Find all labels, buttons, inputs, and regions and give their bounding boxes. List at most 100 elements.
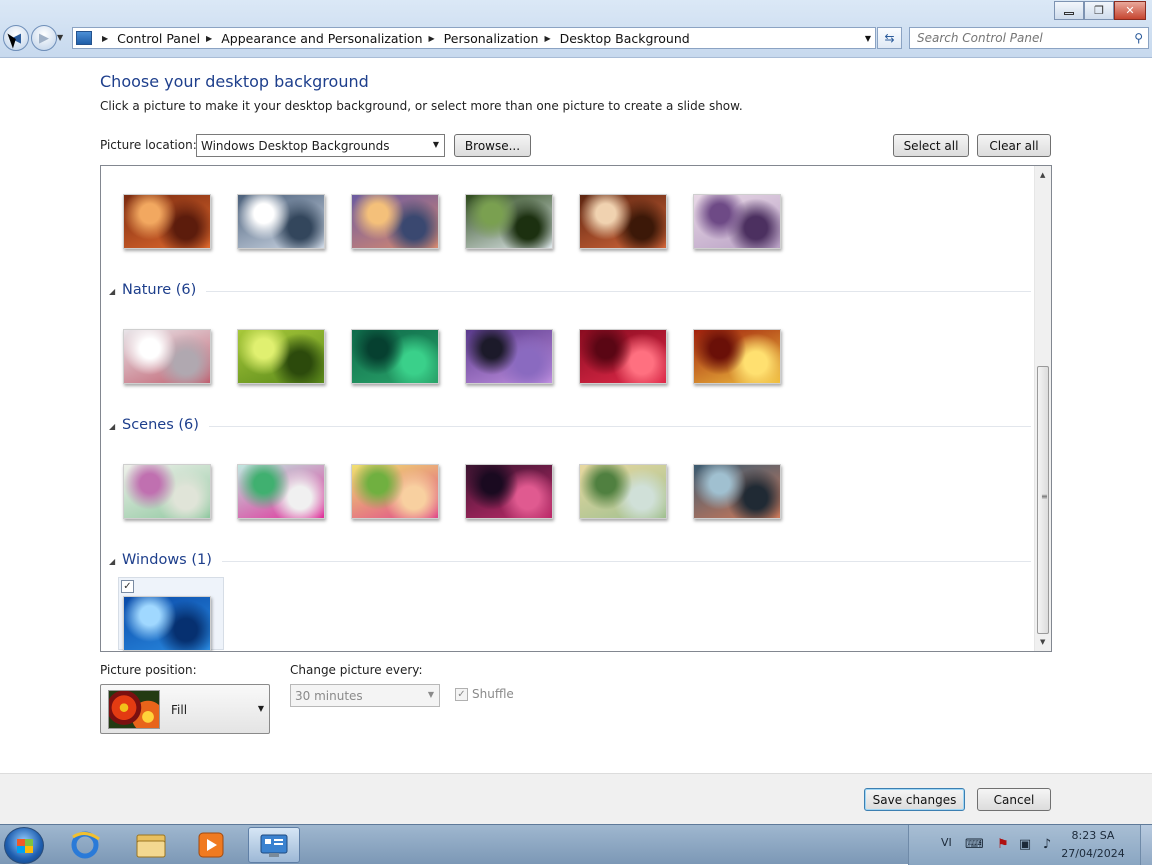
collapse-group-icon[interactable]: ◢: [109, 422, 115, 431]
picture-position-value: Fill: [171, 703, 188, 717]
collapse-group-icon[interactable]: ◢: [109, 557, 115, 566]
wallpaper-thumbnail-abstract-shapes[interactable]: [693, 464, 781, 519]
collapse-group-icon[interactable]: ◢: [109, 287, 115, 296]
chevron-down-icon: ▼: [257, 704, 264, 713]
network-icon[interactable]: ▣: [1017, 837, 1033, 853]
caption-buttons: ❐ ✕: [1054, 1, 1146, 20]
wallpaper-thumbnail-autumn-leaves[interactable]: [693, 329, 781, 384]
cancel-button[interactable]: Cancel: [977, 788, 1051, 811]
wallpaper-thumbnail-windows-7[interactable]: [123, 596, 211, 651]
breadcrumb-desktop-background[interactable]: Desktop Background: [560, 31, 690, 46]
picture-position-label: Picture position:: [100, 663, 197, 677]
wallpaper-thumbnail-red-flower[interactable]: [579, 329, 667, 384]
group-label: Scenes (6): [122, 417, 199, 433]
search-box[interactable]: ⚲: [909, 27, 1149, 49]
wallpaper-thumbnail-dandelion[interactable]: [123, 329, 211, 384]
scrollbar-thumb[interactable]: ≡: [1037, 366, 1049, 634]
search-input[interactable]: [910, 31, 1120, 45]
wallpaper-thumbnail-canyon[interactable]: [123, 194, 211, 249]
grip-icon: ≡: [1041, 492, 1048, 501]
keyboard-icon[interactable]: ⌨: [965, 837, 984, 853]
wallpaper-thumbnail-abstract-field[interactable]: [579, 464, 667, 519]
control-panel-icon: [76, 31, 92, 45]
restore-icon: ❐: [1094, 4, 1104, 17]
group-header[interactable]: ◢ Windows (1): [101, 552, 1031, 572]
clear-all-button[interactable]: Clear all: [977, 134, 1051, 157]
wallpaper-thumbnail-thistle[interactable]: [465, 329, 553, 384]
wallpaper-thumbnail-lavender[interactable]: [693, 194, 781, 249]
breadcrumb-chevron-icon[interactable]: ▶: [102, 34, 108, 43]
refresh-button[interactable]: ⇆: [877, 27, 902, 49]
group-header[interactable]: ◢ Scenes (6): [101, 417, 1031, 437]
picture-location-label: Picture location:: [100, 138, 197, 152]
page-title: Choose your desktop background: [100, 72, 369, 91]
wallpaper-thumbnail-abstract-pink[interactable]: [237, 464, 325, 519]
group-label: Nature (6): [122, 282, 197, 298]
select-all-button[interactable]: Select all: [893, 134, 969, 157]
restore-button[interactable]: ❐: [1084, 1, 1114, 20]
refresh-icon: ⇆: [884, 31, 895, 45]
save-changes-button[interactable]: Save changes: [864, 788, 965, 811]
wallpaper-thumbnail-abstract-light[interactable]: [123, 464, 211, 519]
vertical-scrollbar[interactable]: ▲ ≡ ▼: [1034, 166, 1051, 651]
volume-muted-icon[interactable]: ♪: [1039, 837, 1055, 853]
forward-arrow-icon: ▶: [39, 30, 49, 46]
position-preview-thumbnail: [108, 690, 160, 729]
group-divider: [206, 291, 1031, 292]
wallpaper-thumbnail-lake-ice[interactable]: [237, 194, 325, 249]
browse-button[interactable]: Browse...: [454, 134, 531, 157]
taskbar-file-explorer[interactable]: [125, 827, 177, 863]
file-explorer-icon: [136, 834, 166, 858]
group-label: Windows (1): [122, 552, 212, 568]
chevron-down-icon: ▼: [427, 690, 434, 699]
minimize-button[interactable]: [1054, 1, 1084, 20]
wallpaper-thumbnail-arch-rock[interactable]: [579, 194, 667, 249]
shuffle-checkbox[interactable]: ✓ Shuffle: [455, 687, 514, 701]
language-indicator[interactable]: VI: [941, 836, 952, 849]
change-interval-select[interactable]: 30 minutes ▼: [290, 684, 440, 707]
wallpaper-thumbnail-abstract-flowers[interactable]: [351, 464, 439, 519]
breadcrumb-chevron-icon[interactable]: ▶: [429, 34, 435, 43]
taskbar: VI ⌨ ⚑ ▣ ♪ 8:23 SA 27/04/2024: [0, 824, 1152, 865]
show-desktop-button[interactable]: [1140, 825, 1152, 865]
address-bar[interactable]: ▶ Control Panel ▶ Appearance and Persona…: [72, 27, 876, 49]
forward-button[interactable]: ▶: [31, 25, 57, 51]
breadcrumb-chevron-icon[interactable]: ▶: [206, 34, 212, 43]
shuffle-label: Shuffle: [472, 687, 514, 701]
change-interval-value: 30 minutes: [295, 688, 363, 703]
picture-location-select[interactable]: Windows Desktop Backgrounds ▼: [196, 134, 445, 157]
taskbar-control-panel[interactable]: [248, 827, 300, 863]
selected-checkbox-icon[interactable]: ✓: [121, 580, 134, 593]
breadcrumb-control-panel[interactable]: Control Panel: [117, 31, 200, 46]
clock-time[interactable]: 8:23 SA: [1057, 829, 1129, 842]
wallpaper-thumbnail-succulent[interactable]: [237, 329, 325, 384]
wallpaper-thumbnail-green-leaves[interactable]: [351, 329, 439, 384]
address-dropdown-icon[interactable]: ▼: [865, 34, 871, 43]
picture-position-select[interactable]: Fill ▼: [100, 684, 270, 734]
search-icon[interactable]: ⚲: [1134, 31, 1143, 45]
group-divider: [222, 561, 1031, 562]
taskbar-internet-explorer[interactable]: [59, 827, 111, 863]
breadcrumb-appearance[interactable]: Appearance and Personalization: [221, 31, 422, 46]
internet-explorer-icon: [71, 831, 100, 859]
recent-pages-dropdown[interactable]: ▼: [57, 33, 63, 42]
scroll-up-icon[interactable]: ▲: [1040, 171, 1045, 179]
wallpaper-gallery[interactable]: ▲ ≡ ▼ ◢ Nature (6) ◢ Scenes (6) ◢ Windows (1)…: [100, 165, 1052, 652]
breadcrumb-personalization[interactable]: Personalization: [444, 31, 539, 46]
wallpaper-thumbnail-abstract-dark[interactable]: [465, 464, 553, 519]
minimize-icon: [1064, 11, 1074, 15]
wallpaper-thumbnail-waterfall[interactable]: [465, 194, 553, 249]
close-button[interactable]: ✕: [1114, 1, 1146, 20]
system-tray: VI ⌨ ⚑ ▣ ♪ 8:23 SA 27/04/2024: [908, 825, 1152, 865]
group-divider: [209, 426, 1031, 427]
title-bar: ❐ ✕ ◀ ▶ ▼ ▶ Control Panel ▶ Appearance a…: [0, 0, 1152, 58]
action-center-flag-icon[interactable]: ⚑: [995, 837, 1011, 853]
taskbar-media-player[interactable]: [185, 827, 237, 863]
breadcrumb-chevron-icon[interactable]: ▶: [544, 34, 550, 43]
scroll-down-icon[interactable]: ▼: [1040, 638, 1045, 646]
clock-date[interactable]: 27/04/2024: [1055, 847, 1131, 860]
start-button[interactable]: [4, 827, 44, 864]
group-header[interactable]: ◢ Nature (6): [101, 282, 1031, 302]
change-picture-label: Change picture every:: [290, 663, 423, 677]
wallpaper-thumbnail-coast-sunset[interactable]: [351, 194, 439, 249]
